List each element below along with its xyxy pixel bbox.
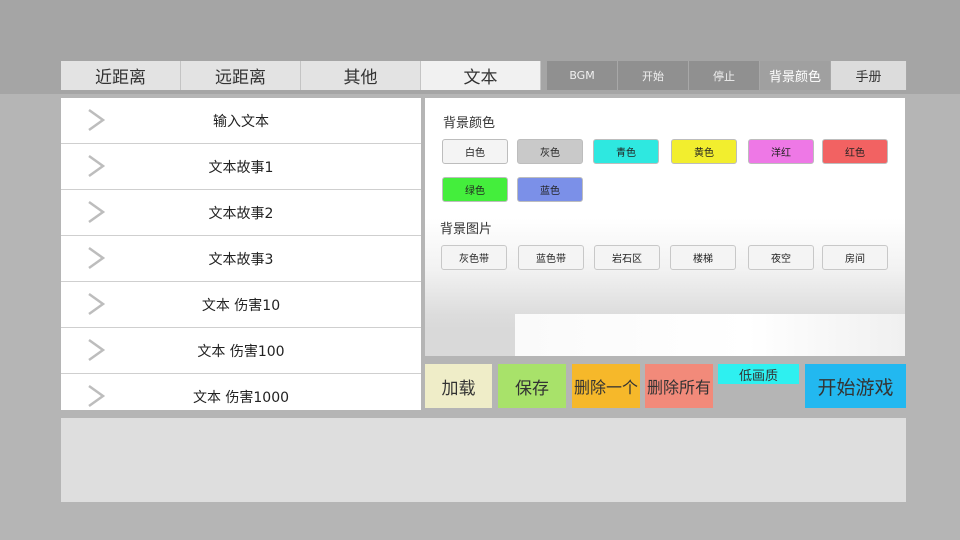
panel-shading <box>515 314 905 356</box>
tab-far[interactable]: 远距离 <box>181 61 301 90</box>
list-item-label: 文本 伤害1000 <box>192 389 290 406</box>
image-button-night-sky[interactable]: 夜空 <box>748 245 814 270</box>
delete-all-button[interactable]: 删除所有 <box>645 364 713 408</box>
image-button-stairs[interactable]: 楼梯 <box>670 245 736 270</box>
bgm-button[interactable]: BGM <box>547 61 618 90</box>
delete-one-button[interactable]: 删除一个 <box>572 364 640 408</box>
color-button-gray[interactable]: 灰色 <box>517 139 583 164</box>
list-item-label: 文本故事2 <box>208 205 274 222</box>
panel-shading <box>425 327 515 356</box>
list-item[interactable]: 文本 伤害10 <box>61 282 421 328</box>
color-button-green[interactable]: 绿色 <box>442 177 508 202</box>
list-item[interactable]: 输入文本 <box>61 98 421 144</box>
chevron-right-icon <box>88 292 106 316</box>
low-quality-toggle[interactable]: 低画质 <box>718 364 799 384</box>
bottom-panel <box>61 418 906 502</box>
chevron-right-icon <box>88 154 106 178</box>
list-item[interactable]: 文本 伤害1000 <box>61 374 421 410</box>
list-item-label: 输入文本 <box>213 113 269 130</box>
bg-color-button[interactable]: 背景颜色 <box>760 61 831 90</box>
category-tabs: 近距离 远距离 其他 文本 <box>61 61 541 90</box>
list-item[interactable]: 文本故事2 <box>61 190 421 236</box>
list-item-label: 文本故事1 <box>208 159 274 176</box>
bg-image-title: 背景图片 <box>440 222 493 237</box>
text-item-list: 输入文本 文本故事1 文本故事2 文本故事3 文本 伤害10 文本 伤害100 … <box>61 98 421 410</box>
chevron-right-icon <box>88 384 106 408</box>
list-item[interactable]: 文本 伤害100 <box>61 328 421 374</box>
color-button-blue[interactable]: 蓝色 <box>517 177 583 202</box>
list-item-label: 文本故事3 <box>208 251 274 268</box>
list-item[interactable]: 文本故事3 <box>61 236 421 282</box>
list-item-label: 文本 伤害10 <box>201 297 281 314</box>
stop-button[interactable]: 停止 <box>689 61 760 90</box>
manual-button[interactable]: 手册 <box>831 61 907 90</box>
chevron-right-icon <box>88 108 106 132</box>
background-settings-panel: 背景颜色 白色 灰色 青色 黄色 洋红 红色 绿色 蓝色 背景图片 灰色带 蓝色… <box>425 98 905 356</box>
toolbar: BGM 开始 停止 背景颜色 手册 <box>547 61 907 90</box>
start-button[interactable]: 开始 <box>618 61 689 90</box>
image-button-gray-band[interactable]: 灰色带 <box>441 245 507 270</box>
image-button-room[interactable]: 房间 <box>822 245 888 270</box>
color-button-white[interactable]: 白色 <box>442 139 508 164</box>
color-button-yellow[interactable]: 黄色 <box>671 139 737 164</box>
tab-text[interactable]: 文本 <box>421 61 541 90</box>
bg-color-title: 背景颜色 <box>443 116 496 131</box>
list-item-label: 文本 伤害100 <box>197 343 285 360</box>
image-button-blue-band[interactable]: 蓝色带 <box>518 245 584 270</box>
list-item[interactable]: 文本故事1 <box>61 144 421 190</box>
image-button-rock-area[interactable]: 岩石区 <box>594 245 660 270</box>
color-button-red[interactable]: 红色 <box>822 139 888 164</box>
start-game-button[interactable]: 开始游戏 <box>805 364 906 408</box>
tab-near[interactable]: 近距离 <box>61 61 181 90</box>
save-button[interactable]: 保存 <box>498 364 566 408</box>
chevron-right-icon <box>88 246 106 270</box>
color-button-cyan[interactable]: 青色 <box>593 139 659 164</box>
chevron-right-icon <box>88 200 106 224</box>
color-button-magenta[interactable]: 洋红 <box>748 139 814 164</box>
load-button[interactable]: 加载 <box>425 364 492 408</box>
tab-other[interactable]: 其他 <box>301 61 421 90</box>
chevron-right-icon <box>88 338 106 362</box>
